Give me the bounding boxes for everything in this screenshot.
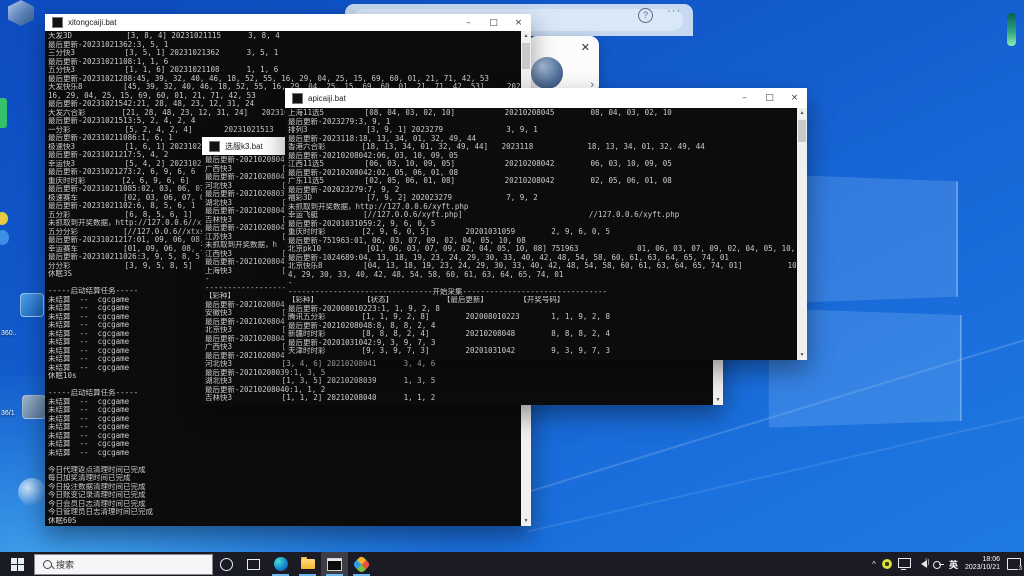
network-icon: [898, 558, 911, 568]
notification-icon: 3: [1007, 558, 1021, 570]
console-icon: [327, 558, 342, 571]
window-title: apicaiji.bat: [308, 94, 732, 103]
notification-button[interactable]: 3: [1004, 552, 1024, 576]
scrollbar[interactable]: ▲ ▼: [797, 108, 807, 360]
scroll-up-icon[interactable]: ▲: [521, 31, 531, 41]
notification-badge: 3: [1018, 566, 1023, 572]
desktop-icon-app[interactable]: [22, 395, 46, 419]
maximize-button[interactable]: □: [481, 14, 506, 31]
desktop-icon-browser[interactable]: [18, 478, 46, 506]
scroll-down-icon[interactable]: ▼: [521, 516, 531, 526]
desktop-icon-fragment[interactable]: [0, 98, 7, 128]
minimize-button[interactable]: –: [456, 14, 481, 31]
more-options-icon[interactable]: ···: [667, 5, 681, 17]
folder-icon: [301, 559, 315, 569]
key-icon: [933, 559, 943, 569]
maximize-button[interactable]: □: [757, 88, 782, 108]
file-explorer-button[interactable]: [294, 552, 321, 576]
desktop-icon-label: 360..: [1, 330, 17, 337]
edge-icon: [274, 557, 288, 571]
scroll-up-icon[interactable]: ▲: [797, 108, 807, 118]
hidden-icons-chevron-icon[interactable]: ^: [869, 552, 879, 576]
language-indicator[interactable]: 英: [946, 552, 961, 576]
desktop-screen: 360.. 36/1 ? ··· ✕ › xitongcaiji.bat – □…: [0, 0, 1024, 576]
search-placeholder: 搜索: [56, 558, 74, 571]
console-window-icon: [209, 141, 220, 152]
system-tray: ^ 英 18:06 2023/10/21 3: [869, 552, 1024, 576]
cortana-icon: [220, 558, 233, 571]
clock[interactable]: 18:06 2023/10/21: [961, 556, 1004, 572]
window-apicaiji: apicaiji.bat – □ × 上海11选5 [08, 04, 03, 0…: [285, 88, 807, 360]
help-icon[interactable]: ?: [638, 8, 653, 23]
scroll-down-icon[interactable]: ▼: [797, 350, 807, 360]
globe-thumbnail: [531, 57, 563, 89]
input-tool-tray-button[interactable]: [930, 552, 946, 576]
pinwheel-app-button[interactable]: [348, 552, 375, 576]
console-window-icon: [52, 17, 63, 28]
volume-tray-button[interactable]: [914, 552, 930, 576]
edge-taskbar-button[interactable]: [267, 552, 294, 576]
minimize-button[interactable]: –: [732, 88, 757, 108]
360-tray-icon: [882, 559, 892, 569]
start-button[interactable]: [0, 552, 34, 576]
tray-time: 18:06: [965, 556, 1000, 564]
desktop-icon-360[interactable]: [20, 293, 44, 317]
network-tray-button[interactable]: [895, 552, 914, 576]
cortana-button[interactable]: [213, 552, 240, 576]
speaker-icon: [917, 560, 927, 568]
console-output: 上海11选5 [08, 04, 03, 02, 10] 20210208045 …: [285, 108, 807, 360]
tray-date: 2023/10/21: [965, 564, 1000, 572]
windows-logo-icon: [11, 558, 24, 571]
task-view-icon: [247, 559, 260, 570]
console-taskbar-button[interactable]: [321, 552, 348, 576]
popup-card: ✕ ›: [528, 36, 599, 94]
console-text: 上海11选5 [08, 04, 03, 02, 10] 20210208045 …: [288, 109, 796, 360]
pinwheel-icon: [352, 555, 370, 573]
titlebar[interactable]: xitongcaiji.bat – □ ×: [45, 14, 531, 31]
scroll-down-icon[interactable]: ▼: [713, 395, 723, 405]
close-icon[interactable]: ✕: [581, 41, 590, 54]
search-box[interactable]: 搜索: [34, 554, 213, 575]
antivirus-tray-button[interactable]: [879, 552, 895, 576]
desktop-icon-label: 36/1: [1, 410, 15, 417]
window-title: xitongcaiji.bat: [68, 18, 456, 27]
taskbar: 搜索 ^ 英 18:06 2023/10/21 3: [0, 552, 1024, 576]
search-icon: [43, 560, 52, 569]
titlebar[interactable]: apicaiji.bat – □ ×: [285, 88, 807, 108]
task-view-button[interactable]: [240, 552, 267, 576]
close-button[interactable]: ×: [506, 14, 531, 31]
console-window-icon: [292, 93, 303, 104]
scrollbar-thumb[interactable]: [522, 43, 530, 69]
right-edge-widget: [1007, 13, 1016, 46]
scrollbar-thumb[interactable]: [798, 120, 806, 142]
close-button[interactable]: ×: [782, 88, 807, 108]
